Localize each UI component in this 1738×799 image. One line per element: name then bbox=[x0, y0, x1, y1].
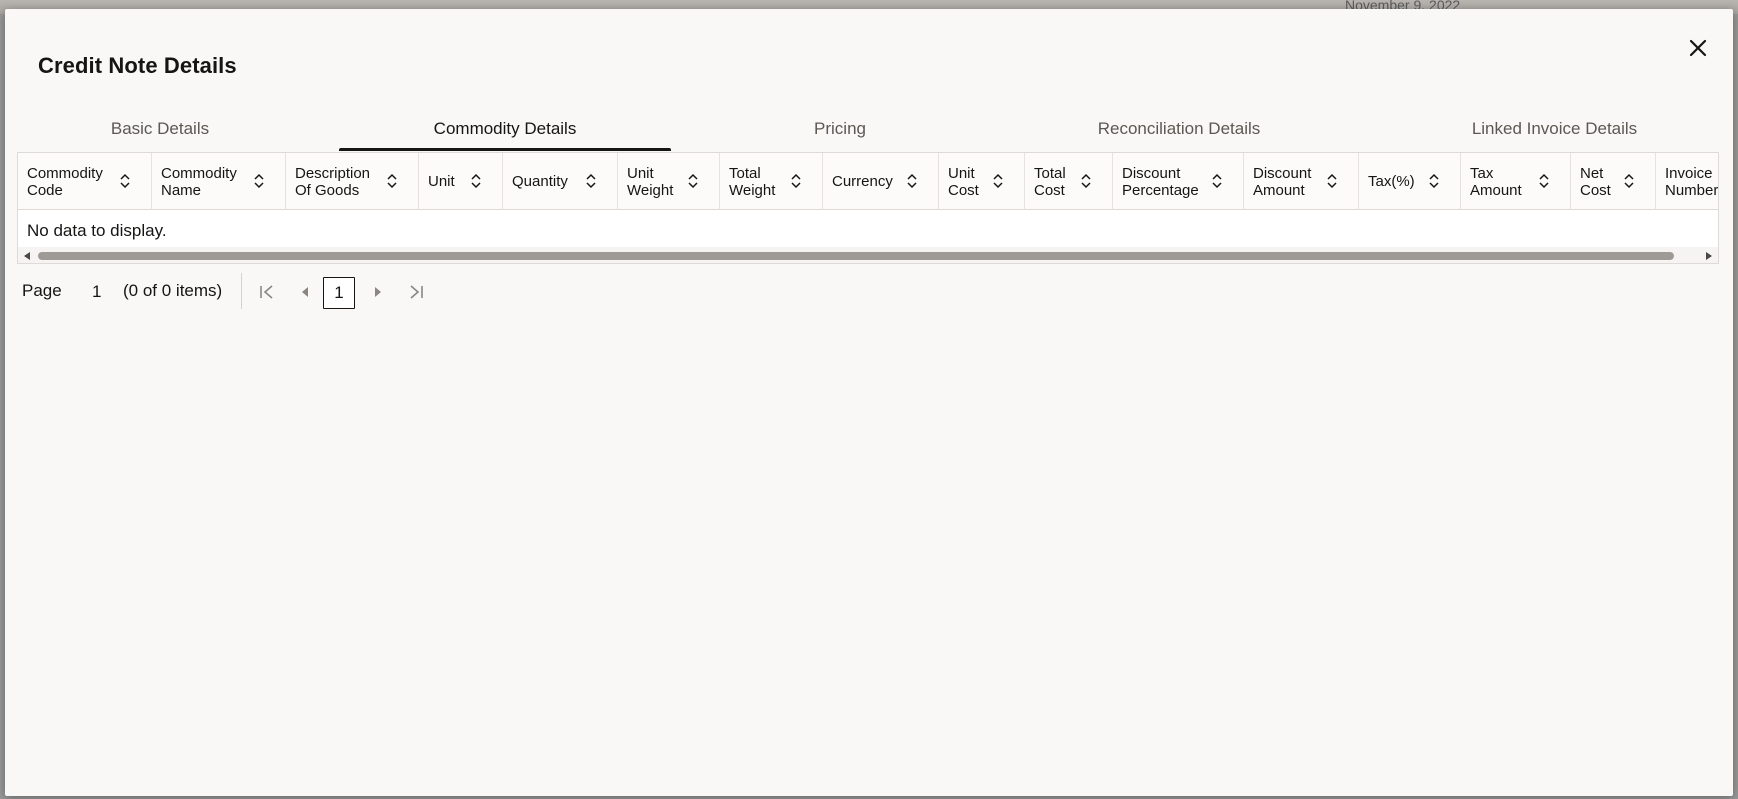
sort-icon[interactable] bbox=[686, 172, 700, 190]
empty-message: No data to display. bbox=[27, 221, 167, 240]
horizontal-scrollbar[interactable] bbox=[18, 247, 1718, 263]
close-button[interactable] bbox=[1683, 33, 1713, 63]
column-header-label: Net Cost bbox=[1580, 164, 1611, 199]
column-header-unit-weight[interactable]: Unit Weight bbox=[618, 153, 720, 210]
column-header-label: Tax(%) bbox=[1368, 173, 1415, 190]
column-header-label: Discount Percentage bbox=[1122, 164, 1199, 199]
scrollbar-thumb[interactable] bbox=[38, 252, 1674, 260]
sort-icon[interactable] bbox=[1079, 172, 1093, 190]
column-header-total-cost[interactable]: Total Cost bbox=[1025, 153, 1113, 210]
sort-icon[interactable] bbox=[1427, 172, 1441, 190]
column-header-label: Total Cost bbox=[1034, 164, 1066, 199]
tab-commodity-details[interactable]: Commodity Details bbox=[339, 105, 671, 151]
dialog-title: Credit Note Details bbox=[38, 53, 237, 78]
sort-icon[interactable] bbox=[118, 172, 132, 190]
previous-page-button[interactable] bbox=[294, 281, 316, 303]
column-header-quantity[interactable]: Quantity bbox=[503, 153, 618, 210]
column-header-unit[interactable]: Unit bbox=[419, 153, 503, 210]
column-header-net-cost[interactable]: Net Cost bbox=[1571, 153, 1656, 210]
sort-icon[interactable] bbox=[584, 172, 598, 190]
column-header-label: Quantity bbox=[512, 173, 568, 190]
last-page-button[interactable] bbox=[405, 281, 427, 303]
column-header-currency[interactable]: Currency bbox=[823, 153, 939, 210]
column-header-label: Currency bbox=[832, 173, 893, 190]
column-header-label: Unit Cost bbox=[948, 164, 979, 199]
sort-icon[interactable] bbox=[385, 172, 399, 190]
column-header-tax-amount[interactable]: Tax Amount bbox=[1461, 153, 1571, 210]
scroll-left-icon[interactable] bbox=[21, 250, 33, 262]
tab-basic-details[interactable]: Basic Details bbox=[18, 105, 302, 151]
column-header-commodity-code[interactable]: Commodity Code bbox=[18, 153, 152, 210]
column-header-label: Description Of Goods bbox=[295, 164, 371, 199]
sort-icon[interactable] bbox=[905, 172, 919, 190]
tab-reconciliation-details[interactable]: Reconciliation Details bbox=[1009, 105, 1349, 151]
sort-icon[interactable] bbox=[991, 172, 1005, 190]
items-summary: (0 of 0 items) bbox=[123, 281, 223, 300]
sort-icon[interactable] bbox=[1622, 172, 1636, 190]
current-page-input[interactable]: 1 bbox=[92, 282, 101, 302]
next-page-icon bbox=[375, 287, 381, 297]
first-page-icon bbox=[260, 285, 273, 299]
column-header-tax[interactable]: Tax(%) bbox=[1359, 153, 1461, 210]
column-header-label: Unit Weight bbox=[627, 164, 674, 199]
column-header-label: Invoice Number bbox=[1665, 164, 1719, 199]
page-number-button[interactable]: 1 bbox=[323, 277, 355, 309]
sort-icon[interactable] bbox=[1210, 172, 1224, 190]
sort-icon[interactable] bbox=[1325, 172, 1339, 190]
column-header-total-weight[interactable]: Total Weight bbox=[720, 153, 823, 210]
sort-icon[interactable] bbox=[1537, 172, 1551, 190]
column-header-label: Unit bbox=[428, 173, 455, 190]
column-header-label: Commodity Code bbox=[27, 164, 103, 199]
tab-linked-invoice-details[interactable]: Linked Invoice Details bbox=[1389, 105, 1720, 151]
previous-page-icon bbox=[302, 287, 308, 297]
commodity-table: Commodity Code Commodity Name Description … bbox=[17, 152, 1719, 264]
last-page-icon bbox=[410, 285, 423, 299]
close-icon bbox=[1689, 39, 1707, 57]
column-header-unit-cost[interactable]: Unit Cost bbox=[939, 153, 1025, 210]
column-header-discount-amount[interactable]: Discount Amount bbox=[1244, 153, 1359, 210]
column-header-invoice-number[interactable]: Invoice Number bbox=[1656, 153, 1719, 210]
column-header-label: Commodity Name bbox=[161, 164, 237, 199]
column-header-description-of-goods[interactable]: Description Of Goods bbox=[286, 153, 419, 210]
column-header-label: Tax Amount bbox=[1470, 164, 1522, 199]
column-header-commodity-name[interactable]: Commodity Name bbox=[152, 153, 286, 210]
tab-pricing[interactable]: Pricing bbox=[671, 105, 1009, 151]
first-page-button[interactable] bbox=[256, 281, 278, 303]
tab-bar: Basic Details Commodity Details Pricing … bbox=[18, 105, 1720, 151]
column-header-discount-percentage[interactable]: Discount Percentage bbox=[1113, 153, 1244, 210]
column-header-label: Discount Amount bbox=[1253, 164, 1312, 199]
scroll-right-icon[interactable] bbox=[1703, 250, 1715, 262]
pager-divider bbox=[241, 273, 242, 309]
page-label: Page bbox=[22, 281, 62, 300]
sort-icon[interactable] bbox=[469, 172, 483, 190]
column-header-label: Total Weight bbox=[729, 164, 776, 199]
sort-icon[interactable] bbox=[252, 172, 266, 190]
credit-note-dialog: Credit Note Details Basic Details Commod… bbox=[5, 9, 1733, 796]
next-page-button[interactable] bbox=[367, 281, 389, 303]
sort-icon[interactable] bbox=[789, 172, 803, 190]
table-header: Commodity Code Commodity Name Description … bbox=[18, 153, 1719, 210]
pagination: Page 1 (0 of 0 items) 1 bbox=[5, 271, 505, 311]
